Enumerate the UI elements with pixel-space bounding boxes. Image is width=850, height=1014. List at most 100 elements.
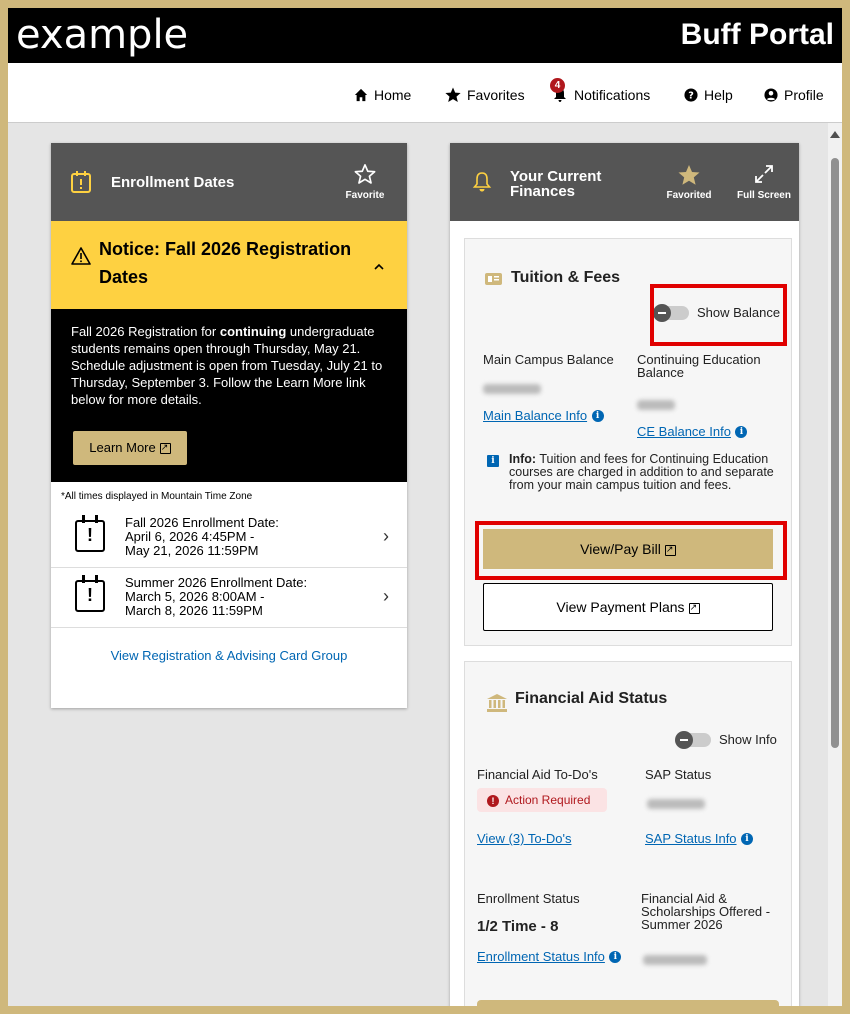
notification-count-badge: 4	[550, 78, 565, 93]
star-outline-icon	[354, 164, 376, 184]
ce-balance-info-label: CE Balance Info	[637, 424, 731, 439]
external-link-icon	[688, 600, 700, 614]
info-body: Tuition and fees for Continuing Educatio…	[509, 452, 774, 492]
chevron-right-icon: ›	[383, 586, 389, 606]
scroll-up-arrow-icon[interactable]	[830, 131, 840, 138]
favorite-label: Favorite	[345, 190, 385, 201]
nav-home-label: Home	[374, 87, 412, 103]
enrollment-row-fall[interactable]: ! Fall 2026 Enrollment Date: April 6, 20…	[51, 508, 407, 568]
info-icon: i	[741, 832, 753, 845]
learn-more-label: Learn More	[89, 440, 156, 455]
star-icon	[445, 87, 461, 102]
info-icon: i	[609, 950, 622, 963]
chevron-up-icon[interactable]	[373, 263, 385, 271]
notice-text-bold: continuing	[219, 324, 287, 339]
nav-notifications-label: Notifications	[574, 87, 651, 103]
nav-bar: Home Favorites 4 Notifications ? Help Pr…	[8, 63, 842, 123]
favorited-button[interactable]: Favorited	[662, 163, 716, 201]
nav-help-label: Help	[704, 87, 733, 103]
enrollment-row-line1: Summer 2026 Enrollment Date:	[125, 575, 308, 590]
ce-balance-info-link[interactable]: CE Balance Info i	[637, 423, 748, 441]
help-icon: ?	[684, 88, 698, 102]
bank-icon	[487, 694, 507, 712]
favorited-label: Favorited	[666, 190, 712, 201]
expand-icon	[755, 165, 773, 183]
financial-aid-action-button[interactable]	[477, 1000, 779, 1006]
star-filled-icon	[678, 165, 700, 185]
sap-status-label: SAP Status	[645, 767, 712, 782]
scrollbar[interactable]	[828, 123, 842, 1006]
finances-title-line1: Your Current	[510, 168, 602, 185]
enrollment-row-summer[interactable]: ! Summer 2026 Enrollment Date: March 5, …	[51, 568, 407, 628]
scroll-thumb[interactable]	[831, 158, 839, 748]
aid-offered-label: Financial Aid & Scholarships Offered - S…	[641, 891, 771, 932]
ce-balance-label: Continuing Education Balance	[637, 352, 761, 380]
nav-notifications[interactable]: 4 Notifications	[550, 78, 651, 103]
notice-text: Fall 2026 Registration for continuing un…	[71, 323, 387, 408]
notice-header[interactable]: Notice: Fall 2026 Registration Dates	[51, 221, 407, 309]
view-payment-plans-button[interactable]: View Payment Plans	[483, 583, 773, 631]
full-screen-button[interactable]: Full Screen	[734, 163, 794, 201]
tuition-info-text: Info: Tuition and fees for Continuing Ed…	[487, 453, 777, 492]
top-bar: example Buff Portal	[8, 8, 842, 63]
show-info-toggle[interactable]: Show Info	[675, 730, 777, 749]
example-label: example	[16, 12, 189, 58]
nav-profile-label: Profile	[784, 87, 824, 103]
annotation-box-pay-bill	[475, 521, 787, 580]
show-info-label: Show Info	[719, 732, 777, 747]
enrollment-row-line1: Fall 2026 Enrollment Date:	[125, 515, 279, 530]
nav-home[interactable]: Home	[354, 87, 411, 103]
enrollment-status-label: Enrollment Status	[477, 891, 580, 906]
enrollment-status-info-label: Enrollment Status Info	[477, 949, 605, 964]
calendar-icon: !	[75, 575, 105, 612]
nav-profile[interactable]: Profile	[764, 87, 824, 103]
toggle-switch[interactable]	[675, 730, 711, 749]
info-bold: Info:	[509, 452, 537, 466]
timezone-note: *All times displayed in Mountain Time Zo…	[61, 491, 253, 502]
view-todos-label: View (3) To-Do's	[477, 831, 572, 846]
id-card-icon	[485, 273, 502, 285]
bell-icon: 4	[550, 78, 568, 103]
main-balance-value	[483, 381, 541, 399]
finances-card: Your Current Finances Favorited Full Scr…	[450, 143, 799, 1006]
full-screen-label: Full Screen	[737, 190, 791, 201]
portal-title: Buff Portal	[680, 18, 834, 51]
view-payment-plans-label: View Payment Plans	[556, 599, 685, 615]
notice-body: Fall 2026 Registration for continuing un…	[51, 309, 407, 482]
user-icon	[764, 88, 778, 102]
main-balance-info-label: Main Balance Info	[483, 408, 588, 423]
financial-aid-section: Financial Aid Status Show Info Financial…	[464, 661, 792, 1006]
enrollment-row-line2: April 6, 2026 4:45PM -	[125, 529, 255, 544]
action-required-badge: ! Action Required	[477, 788, 607, 812]
nav-favorites[interactable]: Favorites	[445, 87, 525, 103]
enrollment-status-value: 1/2 Time - 8	[477, 918, 559, 935]
finances-card-header: Your Current Finances Favorited Full Scr…	[450, 143, 799, 221]
notice-title: Notice: Fall 2026 Registration Dates	[99, 239, 352, 287]
notice-text-part1: Fall 2026 Registration for	[71, 324, 220, 339]
enrollment-card-header: Enrollment Dates Favorite	[51, 143, 407, 221]
sap-status-info-label: SAP Status Info	[645, 831, 737, 846]
action-required-label: Action Required	[505, 793, 591, 807]
external-link-icon	[159, 440, 171, 455]
home-icon	[354, 88, 368, 102]
view-group-link[interactable]: View Registration & Advising Card Group	[51, 628, 407, 663]
enrollment-status-info-link[interactable]: Enrollment Status Info i	[477, 948, 622, 966]
tuition-title: Tuition & Fees	[511, 269, 621, 286]
svg-text:?: ?	[688, 91, 694, 102]
enrollment-row-line2: March 5, 2026 8:00AM -	[125, 589, 265, 604]
bell-outline-icon	[472, 172, 492, 192]
sap-status-info-link[interactable]: SAP Status Info i	[645, 830, 753, 848]
learn-more-button[interactable]: Learn More	[73, 431, 187, 465]
favorite-button[interactable]: Favorite	[343, 163, 387, 201]
info-icon: i	[735, 425, 748, 438]
warning-icon	[71, 247, 91, 265]
enrollment-row-line3: May 21, 2026 11:59PM	[125, 543, 259, 558]
aid-offered-value	[643, 952, 707, 970]
view-todos-link[interactable]: View (3) To-Do's	[477, 830, 571, 848]
sap-status-value	[647, 796, 705, 814]
tuition-info-note: i Info: Tuition and fees for Continuing …	[487, 453, 777, 492]
info-square-icon: i	[487, 455, 499, 467]
main-balance-info-link[interactable]: Main Balance Info i	[483, 407, 604, 425]
nav-help[interactable]: ? Help	[684, 87, 733, 103]
browser-frame: example Buff Portal Home Favorites 4 Not…	[8, 8, 842, 1006]
